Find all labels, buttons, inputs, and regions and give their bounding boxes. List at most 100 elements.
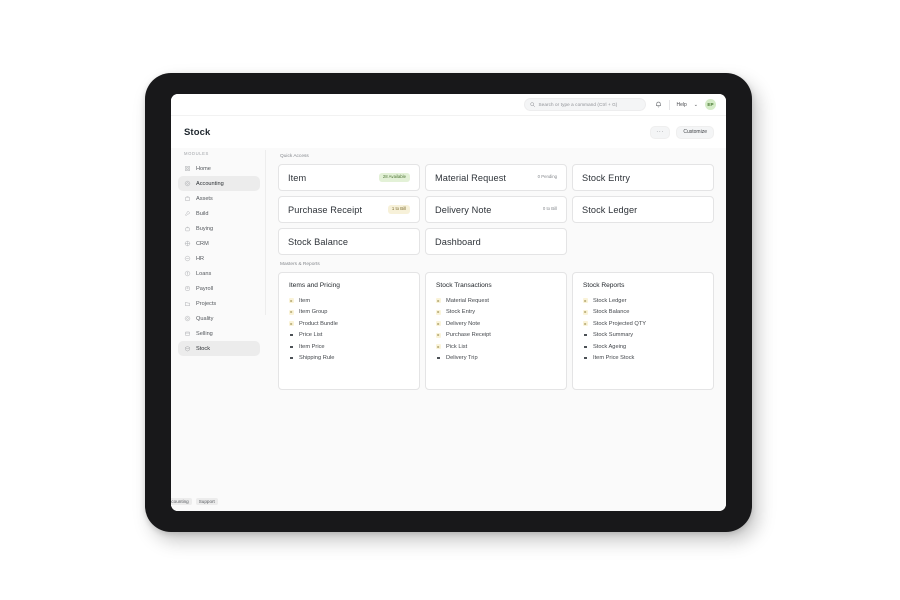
stock-icon [184, 345, 191, 352]
chevron-right-icon: ▸ [583, 309, 588, 315]
list-item-label: Item Group [299, 309, 328, 316]
quick-access-card-stock-ledger[interactable]: Stock Ledger [572, 196, 714, 223]
list-item-label: Stock Entry [446, 309, 476, 316]
sidebar: MODULES Home Accounting Assets Build Buying C… [171, 148, 266, 511]
list-item[interactable]: Item Price [289, 341, 409, 353]
quick-access-card-label: Delivery Note [435, 204, 492, 215]
sidebar-item-loans[interactable]: Loans [178, 266, 260, 281]
chevron-down-icon[interactable]: ⌄ [694, 102, 698, 108]
chevron-right-icon: ▸ [289, 309, 294, 315]
sidebar-item-payroll[interactable]: Payroll [178, 281, 260, 296]
sidebar-item-projects[interactable]: Projects [178, 296, 260, 311]
payroll-icon [184, 285, 191, 292]
screenshot-stage: Search or type a command (Ctrl + G) Help… [0, 0, 900, 600]
projects-icon [184, 300, 191, 307]
navbar-divider [668, 99, 670, 110]
list-item[interactable]: ▸ Stock Projected QTY [583, 318, 703, 330]
quick-access-card-label: Material Request [435, 172, 507, 183]
list-item[interactable]: ▸ Item [289, 295, 409, 307]
quick-access-card-item[interactable]: Item 28 Available [278, 164, 420, 191]
home-icon [184, 165, 191, 172]
bell-icon[interactable] [655, 101, 662, 108]
quick-access-card-dashboard[interactable]: Dashboard [425, 228, 567, 255]
quick-access-card-label: Stock Ledger [582, 204, 638, 215]
masters-card-stock-transactions: Stock Transactions ▸ Material Request ▸ Stoc… [425, 272, 567, 390]
list-item[interactable]: Stock Summary [583, 330, 703, 342]
sidebar-item-label: Assets [196, 195, 213, 202]
customize-button[interactable]: Customize [676, 125, 714, 139]
list-item[interactable]: Price List [289, 330, 409, 342]
sidebar-item-buying[interactable]: Buying [178, 221, 260, 236]
quick-access-card-material-request[interactable]: Material Request 0 Pending [425, 164, 567, 191]
list-item-label: Stock Ledger [593, 297, 627, 304]
crm-icon [184, 240, 191, 247]
list-item-label: Item Price Stock [593, 355, 635, 362]
sidebar-item-list: Home Accounting Assets Build Buying CRM HR Loan… [178, 161, 260, 356]
list-item-label: Stock Balance [593, 309, 630, 316]
list-item-label: Item Price [299, 343, 325, 350]
chevron-right-icon: ▸ [289, 320, 294, 327]
sidebar-item-label: Accounting [196, 180, 224, 187]
list-item[interactable]: ▸ Item Group [289, 307, 409, 319]
list-item[interactable]: Stock Ageing [583, 341, 703, 353]
quick-access-card-purchase-receipt[interactable]: Purchase Receipt 1 to Bill [278, 196, 420, 223]
sidebar-item-label: Stock [196, 345, 210, 352]
sidebar-item-stock[interactable]: Stock [178, 341, 260, 356]
bullet-dot-icon [436, 356, 441, 361]
list-item[interactable]: ▸ Pick List [436, 341, 556, 353]
bullet-dot-icon [583, 333, 588, 338]
sidebar-item-assets[interactable]: Assets [178, 191, 260, 206]
sidebar-item-crm[interactable]: CRM [178, 236, 260, 251]
quick-access-card-stock-balance[interactable]: Stock Balance [278, 228, 420, 255]
search-input[interactable]: Search or type a command (Ctrl + G) [523, 98, 646, 111]
sidebar-item-label: Quality [196, 315, 214, 322]
sidebar-item-accounting[interactable]: Accounting [178, 176, 260, 191]
list-item-label: Pick List [446, 343, 468, 350]
status-badge: 0 to Bill [542, 206, 557, 212]
sidebar-item-home[interactable]: Home [178, 161, 260, 176]
sidebar-item-selling[interactable]: Selling [178, 326, 260, 341]
sidebar-footer-accounting[interactable]: Accounting [171, 498, 192, 505]
hr-icon [184, 255, 191, 262]
status-badge: 28 Available [378, 173, 410, 182]
top-navbar: Search or type a command (Ctrl + G) Help… [171, 94, 726, 116]
quick-access-empty-cell [572, 228, 714, 255]
page-header-actions: ··· Customize [650, 125, 714, 139]
list-item[interactable]: ▸ Material Request [436, 295, 556, 307]
list-item-label: Stock Ageing [593, 343, 627, 350]
chevron-right-icon: ▸ [583, 320, 588, 327]
quick-access-card-delivery-note[interactable]: Delivery Note 0 to Bill [425, 196, 567, 223]
avatar[interactable]: EP [705, 99, 716, 110]
list-item-label: Item [299, 297, 311, 304]
list-item[interactable]: Delivery Trip [436, 353, 556, 365]
chevron-right-icon: ▸ [436, 332, 441, 338]
status-badge: 0 Pending [537, 174, 557, 180]
navbar-actions: Help ⌄ EP [655, 99, 716, 110]
list-item[interactable]: Shipping Rule [289, 353, 409, 365]
sidebar-item-build[interactable]: Build [178, 206, 260, 221]
bullet-dot-icon [583, 356, 588, 361]
list-item[interactable]: ▸ Stock Balance [583, 307, 703, 319]
list-item[interactable]: ▸ Product Bundle [289, 318, 409, 330]
quick-access-card-stock-entry[interactable]: Stock Entry [572, 164, 714, 191]
help-menu-label[interactable]: Help [677, 102, 687, 108]
more-options-button[interactable]: ··· [650, 125, 671, 139]
list-item-label: Stock Projected QTY [593, 320, 647, 327]
sidebar-item-hr[interactable]: HR [178, 251, 260, 266]
list-item-label: Product Bundle [299, 320, 338, 327]
list-item[interactable]: Item Price Stock [583, 353, 703, 365]
list-item[interactable]: ▸ Stock Entry [436, 307, 556, 319]
list-item[interactable]: ▸ Delivery Note [436, 318, 556, 330]
list-item[interactable]: ▸ Purchase Receipt [436, 330, 556, 342]
sidebar-item-label: Payroll [196, 285, 214, 292]
sidebar-item-quality[interactable]: Quality [178, 311, 260, 326]
loans-icon [184, 270, 191, 277]
tablet-device-frame: Search or type a command (Ctrl + G) Help… [145, 73, 752, 532]
quick-access-card-label: Dashboard [435, 236, 481, 247]
sidebar-footer-support[interactable]: Support [195, 498, 218, 505]
sidebar-item-label: HR [196, 255, 205, 262]
list-item-label: Shipping Rule [299, 355, 335, 362]
list-item[interactable]: ▸ Stock Ledger [583, 295, 703, 307]
quick-access-card-label: Stock Balance [288, 236, 349, 247]
sidebar-footer: Accounting Support [171, 498, 218, 505]
